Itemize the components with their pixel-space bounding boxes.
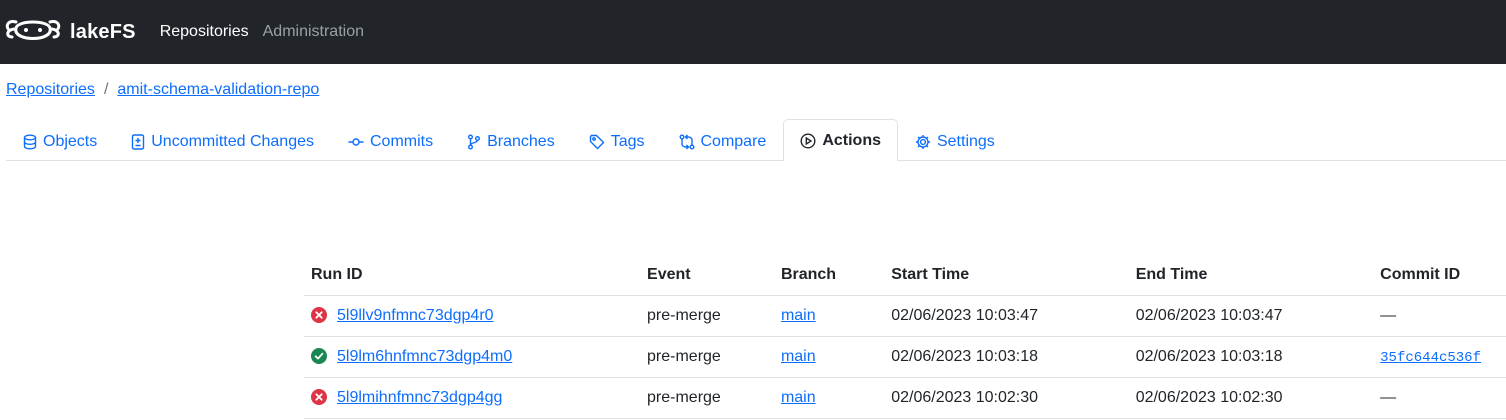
table-row: 5l9lmihnfmnc73dgp4gg pre-merge main 02/0…: [304, 377, 1506, 419]
tab-uncommitted-changes-label: Uncommitted Changes: [151, 132, 314, 150]
nav-administration[interactable]: Administration: [263, 23, 364, 41]
event-cell: pre-merge: [640, 377, 774, 419]
branch-cell: main: [773, 377, 885, 419]
run-id-link[interactable]: 5l9lm6hnfmnc73dgp4m0: [337, 348, 512, 365]
tab-compare[interactable]: Compare: [662, 121, 784, 161]
breadcrumb-separator: /: [103, 81, 109, 98]
branch-cell: main: [773, 336, 885, 378]
tab-uncommitted-changes[interactable]: Uncommitted Changes: [114, 121, 331, 161]
breadcrumb: Repositories / amit-schema-validation-re…: [6, 81, 319, 99]
commit-id-cell: 35fc644c536f: [1373, 336, 1506, 378]
end-time-cell: 02/06/2023 10:02:30: [1128, 377, 1374, 419]
file-diff-icon: [131, 133, 145, 150]
breadcrumb-repo-link[interactable]: amit-schema-validation-repo: [117, 81, 319, 99]
run-id-cell: 5l9lmihnfmnc73dgp4gg: [304, 377, 641, 419]
tab-compare-label: Compare: [700, 132, 767, 150]
tab-objects[interactable]: Objects: [6, 121, 114, 161]
top-navbar: lakeFS Repositories Administration: [0, 0, 1506, 64]
start-time-cell: 02/06/2023 10:03:18: [884, 336, 1129, 378]
run-id-link[interactable]: 5l9llv9nfmnc73dgp4r0: [337, 307, 494, 324]
gear-icon: [915, 134, 931, 150]
action-runs-table: Run ID Event Branch Start Time End Time …: [304, 255, 1506, 419]
success-status-icon: [311, 347, 327, 364]
git-branch-icon: [467, 134, 481, 150]
repo-tabs: Objects Uncommitted Changes Commits Bran…: [6, 119, 1506, 161]
lakefs-axolotl-logo-icon: [5, 20, 61, 40]
commit-id-cell: —: [1373, 295, 1506, 337]
column-run-id: Run ID: [304, 255, 641, 296]
event-cell: pre-merge: [640, 295, 774, 337]
event-cell: pre-merge: [640, 336, 774, 378]
end-time-cell: 02/06/2023 10:03:47: [1128, 295, 1374, 337]
tab-settings[interactable]: Settings: [898, 121, 1012, 161]
tab-commits-label: Commits: [370, 132, 434, 150]
table-row: 5l9llv9nfmnc73dgp4r0 pre-merge main 02/0…: [304, 295, 1506, 337]
failed-status-icon: [311, 306, 327, 323]
tab-commits[interactable]: Commits: [331, 121, 450, 161]
failed-status-icon: [311, 388, 327, 405]
play-circle-icon: [800, 132, 816, 149]
tab-actions[interactable]: Actions: [783, 119, 898, 161]
start-time-cell: 02/06/2023 10:03:47: [884, 295, 1129, 337]
commit-id-cell: —: [1373, 377, 1506, 419]
nav-repositories[interactable]: Repositories: [160, 23, 249, 41]
tab-objects-label: Objects: [43, 132, 98, 150]
branch-link[interactable]: main: [781, 307, 816, 324]
start-time-cell: 02/06/2023 10:02:30: [884, 377, 1129, 419]
tab-settings-label: Settings: [936, 132, 995, 150]
column-branch: Branch: [773, 255, 885, 296]
column-end-time: End Time: [1128, 255, 1374, 296]
column-commit-id: Commit ID: [1373, 255, 1506, 296]
column-start-time: Start Time: [884, 255, 1129, 296]
end-time-cell: 02/06/2023 10:03:18: [1128, 336, 1374, 378]
run-id-cell: 5l9llv9nfmnc73dgp4r0: [304, 295, 641, 337]
tag-icon: [589, 134, 605, 150]
database-icon: [23, 134, 37, 150]
brand-name: lakeFS: [70, 20, 136, 43]
commit-id-link[interactable]: 35fc644c536f: [1380, 350, 1481, 366]
tab-actions-label: Actions: [822, 131, 881, 149]
git-compare-icon: [679, 134, 695, 150]
breadcrumb-repositories-link[interactable]: Repositories: [6, 81, 95, 99]
table-header-row: Run ID Event Branch Start Time End Time …: [304, 255, 1506, 296]
column-event: Event: [640, 255, 774, 296]
branch-link[interactable]: main: [781, 389, 816, 406]
run-id-cell: 5l9lm6hnfmnc73dgp4m0: [304, 336, 641, 378]
run-id-link[interactable]: 5l9lmihnfmnc73dgp4gg: [337, 389, 502, 406]
tab-branches-label: Branches: [487, 132, 555, 150]
tab-branches[interactable]: Branches: [450, 121, 572, 161]
table-row: 5l9lm6hnfmnc73dgp4m0 pre-merge main 02/0…: [304, 336, 1506, 378]
branch-link[interactable]: main: [781, 348, 816, 365]
git-commit-icon: [348, 134, 364, 150]
tab-tags[interactable]: Tags: [572, 121, 662, 161]
tab-tags-label: Tags: [610, 132, 645, 150]
brand[interactable]: lakeFS: [4, 14, 136, 50]
branch-cell: main: [773, 295, 885, 337]
